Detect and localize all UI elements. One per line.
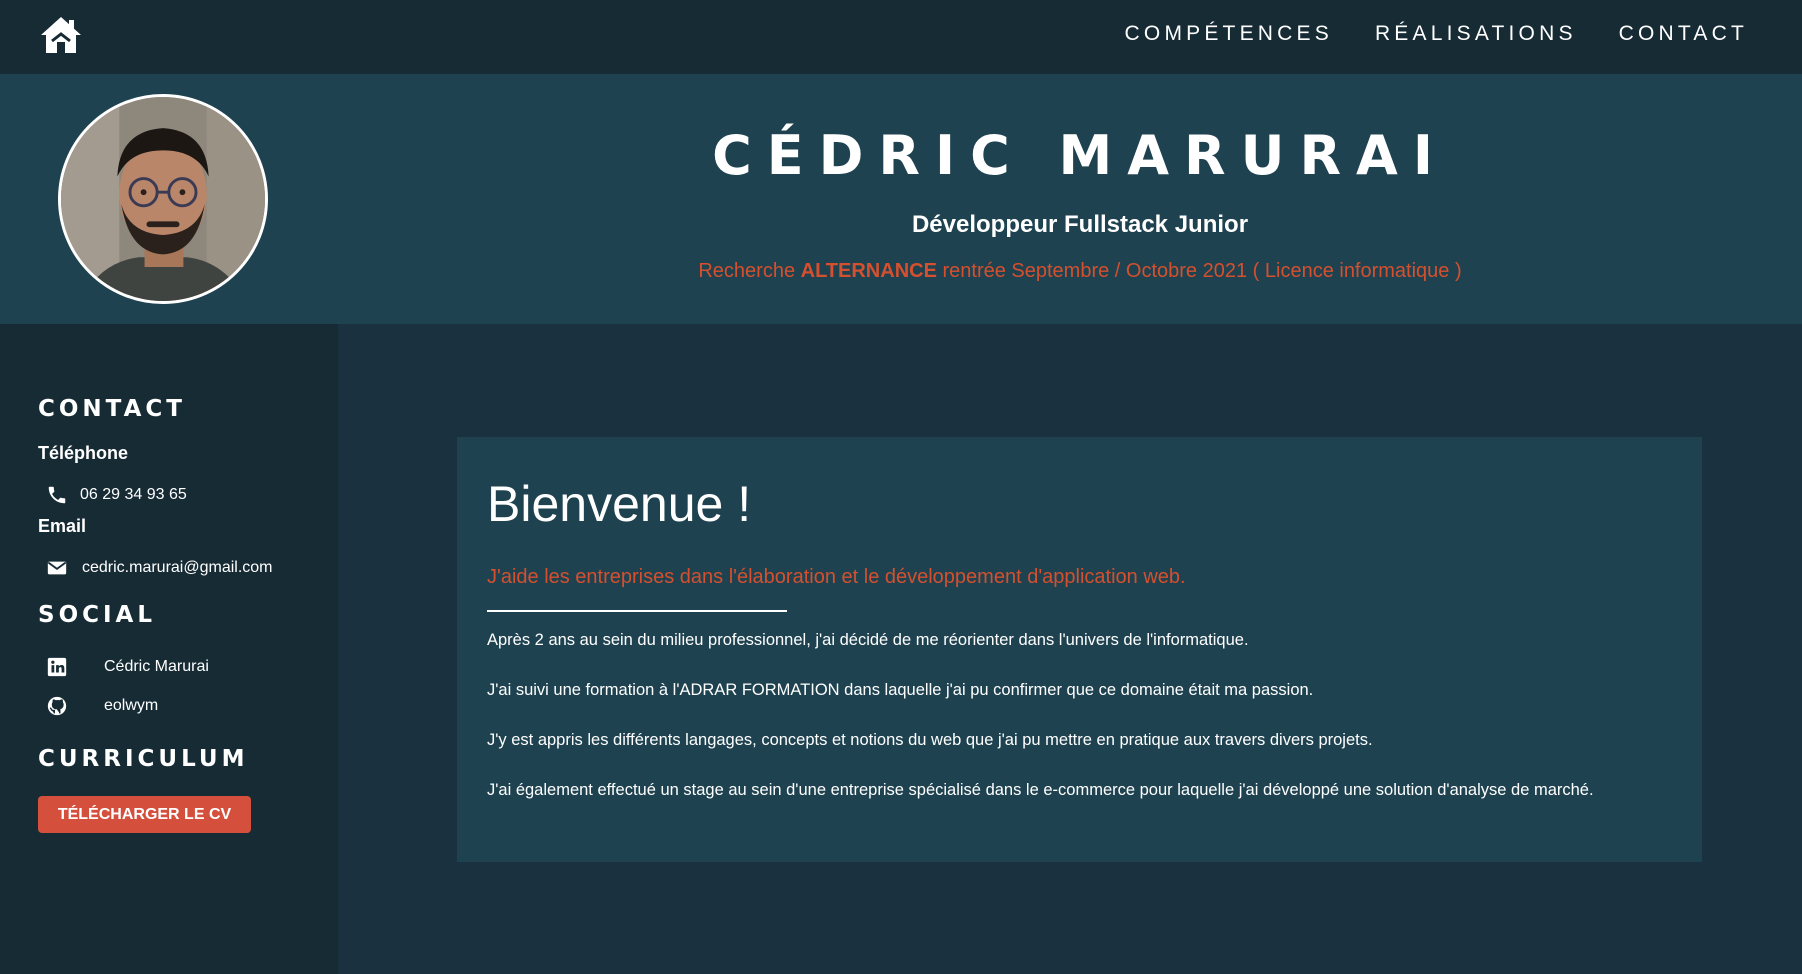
email-label: Email [38, 516, 87, 536]
paragraph: J'y est appris les différents langages, … [487, 731, 1373, 749]
search-prefix: Recherche [698, 260, 796, 282]
phone-icon [46, 484, 68, 506]
top-navbar: COMPÉTENCES RÉALISATIONS CONTACT [0, 0, 1802, 74]
email-row[interactable]: cedric.marurai@gmail.com [46, 556, 273, 580]
paragraph: J'ai suivi une formation à l'ADRAR FORMA… [487, 681, 1314, 699]
github-link[interactable]: eolwym [46, 694, 158, 718]
avatar [58, 94, 268, 304]
github-name: eolwym [104, 697, 159, 714]
phone-value: 06 29 34 93 65 [80, 486, 187, 503]
welcome-card: Bienvenue ! J'aide les entreprises dans … [457, 437, 1702, 862]
github-icon [46, 695, 68, 717]
envelope-icon [46, 557, 68, 579]
curriculum-heading: CURRICULUM [38, 746, 249, 772]
profile-photo [61, 97, 265, 301]
search-suffix: rentrée Septembre / Octobre 2021 ( Licen… [942, 260, 1462, 282]
phone-row[interactable]: 06 29 34 93 65 [46, 483, 187, 507]
phone-label: Téléphone [38, 443, 129, 463]
paragraph: J'ai également effectué un stage au sein… [487, 781, 1594, 799]
header-text: CÉDRIC MARURAI Développeur Fullstack Jun… [300, 74, 1802, 324]
social-heading: SOCIAL [38, 602, 157, 628]
sidebar: CONTACT Téléphone 06 29 34 93 65 Email c… [0, 324, 338, 974]
home-link[interactable] [38, 14, 84, 56]
profile-title: Développeur Fullstack Junior [911, 211, 1249, 238]
home-icon [41, 17, 81, 53]
welcome-title: Bienvenue ! [487, 476, 752, 532]
nav-link-contact[interactable]: CONTACT [1619, 22, 1748, 46]
profile-search-status: Recherche ALTERNANCE rentrée Septembre /… [300, 260, 1802, 283]
email-value: cedric.marurai@gmail.com [82, 559, 273, 576]
nav-link-competences[interactable]: COMPÉTENCES [1125, 22, 1333, 46]
linkedin-name: Cédric Marurai [104, 658, 209, 675]
divider [487, 610, 787, 612]
linkedin-icon [46, 656, 68, 678]
download-cv-button[interactable]: TÉLÉCHARGER LE CV [38, 796, 251, 833]
welcome-subtitle: J'aide les entreprises dans l'élaboratio… [487, 566, 1186, 588]
nav-link-realisations[interactable]: RÉALISATIONS [1375, 22, 1577, 46]
nav-links: COMPÉTENCES RÉALISATIONS CONTACT [1125, 22, 1748, 46]
contact-heading: CONTACT [38, 396, 186, 422]
search-highlight: ALTERNANCE [800, 260, 937, 282]
paragraph: Après 2 ans au sein du milieu profession… [487, 631, 1249, 649]
profile-header: CÉDRIC MARURAI Développeur Fullstack Jun… [0, 74, 1802, 324]
linkedin-link[interactable]: Cédric Marurai [46, 655, 209, 679]
profile-name: CÉDRIC MARURAI [712, 124, 1448, 187]
